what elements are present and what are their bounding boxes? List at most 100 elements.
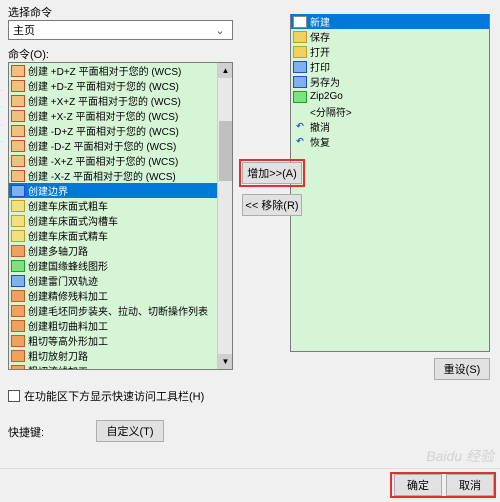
list-item[interactable]: 创建 -X+Z 平面相对于您的 (WCS) <box>9 153 232 168</box>
item-icon <box>293 61 307 73</box>
item-icon <box>293 46 307 58</box>
scroll-down-icon[interactable]: ▼ <box>218 354 233 369</box>
ok-button[interactable]: 确定 <box>394 474 442 496</box>
item-label: 创建车床面式粗车 <box>28 198 108 213</box>
list-item[interactable]: 创建粗切曲料加工 <box>9 318 232 333</box>
item-icon <box>11 200 25 212</box>
item-label: Zip2Go <box>310 91 343 102</box>
list-item[interactable]: 打印 <box>291 59 489 74</box>
item-label: 创建 +X-Z 平面相对于您的 (WCS) <box>28 108 178 123</box>
item-icon <box>11 65 25 77</box>
checkbox-icon <box>8 390 20 402</box>
list-item[interactable]: 创建精修残料加工 <box>9 288 232 303</box>
list-item[interactable]: 创建车床面式沟槽车 <box>9 213 232 228</box>
item-icon <box>293 76 307 88</box>
list-item[interactable]: 创建 +D+Z 平面相对于您的 (WCS) <box>9 63 232 78</box>
list-item[interactable]: 创建 +X+Z 平面相对于您的 (WCS) <box>9 93 232 108</box>
item-icon <box>11 260 25 272</box>
item-label: 打开 <box>310 44 330 59</box>
item-label: 创建雷门双轨迹 <box>28 273 98 288</box>
item-icon <box>11 80 25 92</box>
item-icon: ↶ <box>293 121 307 133</box>
item-icon <box>11 305 25 317</box>
toolbar-listbox[interactable]: 新建保存打开打印另存为 Zip2Go <分隔符>↶撤消↶恢复 <box>290 14 490 352</box>
chevron-down-icon: ⌄ <box>212 24 228 37</box>
list-item[interactable]: ↶撤消 <box>291 119 489 134</box>
scroll-up-icon[interactable]: ▲ <box>218 63 233 78</box>
item-icon <box>11 275 25 287</box>
item-icon <box>11 125 25 137</box>
list-item[interactable]: 创建 -X-Z 平面相对于您的 (WCS) <box>9 168 232 183</box>
item-label: 另存为 <box>310 74 340 89</box>
item-icon <box>11 230 25 242</box>
item-icon <box>11 290 25 302</box>
category-combobox[interactable]: 主页 ⌄ <box>8 20 233 40</box>
list-item[interactable]: Zip2Go <box>291 89 489 104</box>
list-item[interactable]: 粗切流线加工 <box>9 363 232 370</box>
list-item[interactable]: 创建 -D-Z 平面相对于您的 (WCS) <box>9 138 232 153</box>
remove-button[interactable]: << 移除(R) <box>242 194 302 216</box>
list-item[interactable]: 创建雷门双轨迹 <box>9 273 232 288</box>
item-label: <分隔符> <box>310 104 352 119</box>
item-icon <box>11 170 25 182</box>
item-icon <box>11 140 25 152</box>
item-label: 撤消 <box>310 119 330 134</box>
list-item[interactable]: ↶恢复 <box>291 134 489 149</box>
shortcut-label: 快捷键: <box>8 424 44 440</box>
list-item[interactable]: 创建国缘蜂线图形 <box>9 258 232 273</box>
item-label: 粗切等高外形加工 <box>28 333 108 348</box>
item-label: 创建国缘蜂线图形 <box>28 258 108 273</box>
item-label: 保存 <box>310 29 330 44</box>
cancel-button[interactable]: 取消 <box>446 474 494 496</box>
item-label: 创建毛坯同步装夹、拉动、切断操作列表 <box>28 303 208 318</box>
add-button[interactable]: 增加>>(A) <box>242 162 302 184</box>
item-label: 创建多轴刀路 <box>28 243 88 258</box>
list-item[interactable]: 创建 -D+Z 平面相对于您的 (WCS) <box>9 123 232 138</box>
item-label: 创建边界 <box>28 183 68 198</box>
list-item[interactable]: 创建 +D-Z 平面相对于您的 (WCS) <box>9 78 232 93</box>
scroll-thumb[interactable] <box>219 121 232 181</box>
commands-listbox[interactable]: 创建 +D+Z 平面相对于您的 (WCS)创建 +D-Z 平面相对于您的 (WC… <box>8 62 233 370</box>
reset-button[interactable]: 重设(S) <box>434 358 490 380</box>
list-item[interactable]: 创建车床面式精车 <box>9 228 232 243</box>
scrollbar[interactable]: ▲ ▼ <box>217 63 232 369</box>
list-item[interactable]: 新建 <box>291 14 489 29</box>
item-icon <box>11 320 25 332</box>
item-label: 创建粗切曲料加工 <box>28 318 108 333</box>
item-icon <box>11 95 25 107</box>
list-item[interactable]: 创建 +X-Z 平面相对于您的 (WCS) <box>9 108 232 123</box>
list-item[interactable]: 保存 <box>291 29 489 44</box>
item-icon <box>11 185 25 197</box>
category-value: 主页 <box>13 22 35 38</box>
item-label: 创建 -D+Z 平面相对于您的 (WCS) <box>28 123 179 138</box>
select-command-label: 选择命令 <box>8 4 52 20</box>
item-label: 创建车床面式沟槽车 <box>28 213 118 228</box>
list-item[interactable]: 粗切等高外形加工 <box>9 333 232 348</box>
list-item[interactable]: 另存为 <box>291 74 489 89</box>
item-icon <box>11 335 25 347</box>
item-label: 打印 <box>310 59 330 74</box>
item-label: 粗切放射刀路 <box>28 348 88 363</box>
list-item[interactable]: 创建边界 <box>9 183 232 198</box>
list-item[interactable]: 创建车床面式粗车 <box>9 198 232 213</box>
list-item[interactable]: 打开 <box>291 44 489 59</box>
item-icon <box>293 31 307 43</box>
item-label: 创建精修残料加工 <box>28 288 108 303</box>
customize-button[interactable]: 自定义(T) <box>96 420 164 442</box>
list-item[interactable]: 创建多轴刀路 <box>9 243 232 258</box>
item-label: 创建 +D-Z 平面相对于您的 (WCS) <box>28 78 179 93</box>
item-icon <box>11 365 25 371</box>
show-below-ribbon-checkbox[interactable]: 在功能区下方显示快速访问工具栏(H) <box>8 388 204 404</box>
checkbox-label: 在功能区下方显示快速访问工具栏(H) <box>24 388 204 404</box>
list-item[interactable]: 创建毛坯同步装夹、拉动、切断操作列表 <box>9 303 232 318</box>
item-label: 粗切流线加工 <box>28 363 88 370</box>
item-label: 创建车床面式精车 <box>28 228 108 243</box>
list-item[interactable]: 粗切放射刀路 <box>9 348 232 363</box>
dialog-footer: 确定 取消 <box>0 468 500 502</box>
item-icon <box>11 245 25 257</box>
item-icon <box>293 16 307 28</box>
list-item[interactable]: <分隔符> <box>291 104 489 119</box>
item-label: 恢复 <box>310 134 330 149</box>
watermark-text: Baidu 经验 <box>426 446 494 466</box>
item-label: 创建 +D+Z 平面相对于您的 (WCS) <box>28 63 181 78</box>
